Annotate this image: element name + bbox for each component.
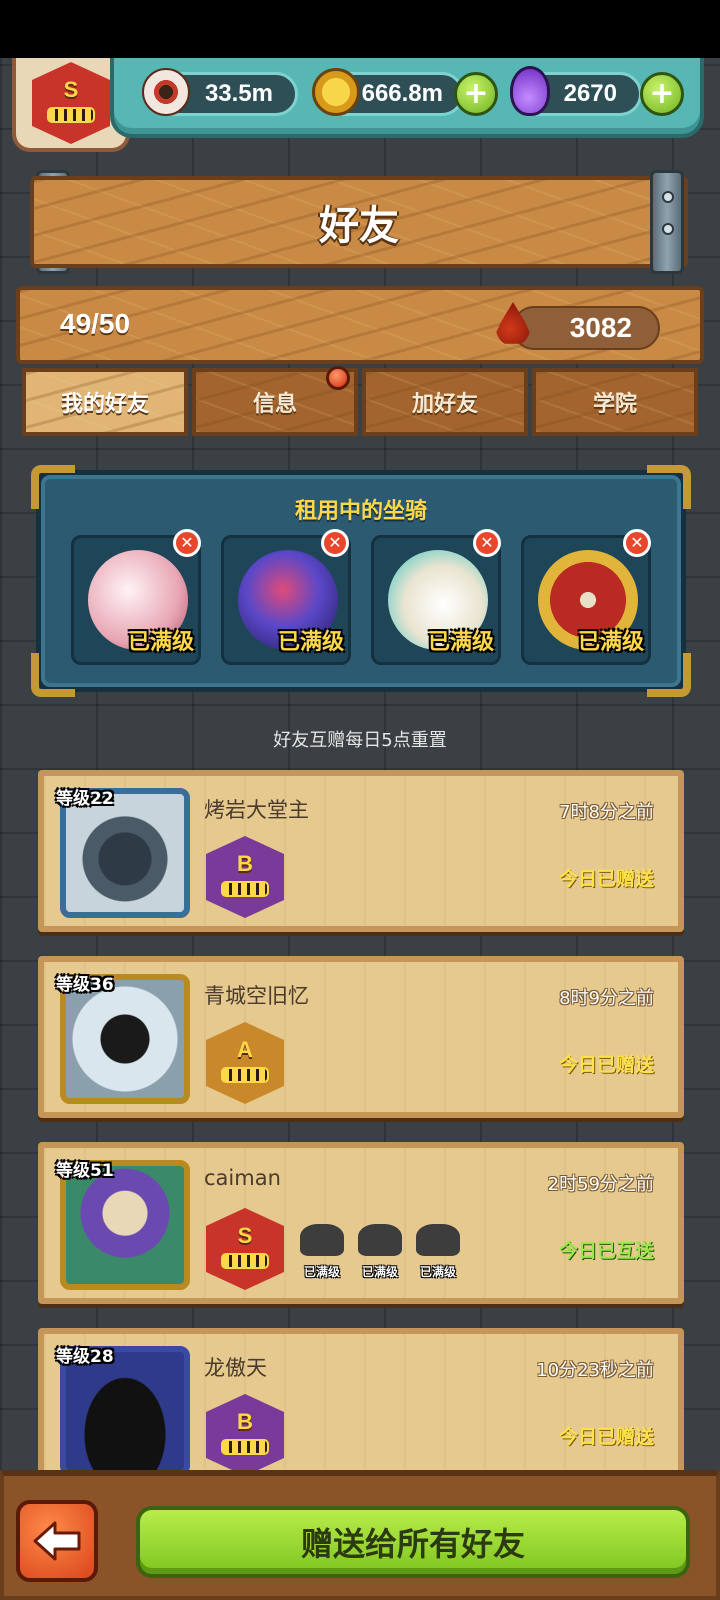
mount-level-label: 已满级	[127, 630, 194, 655]
mount-silhouette-icon	[416, 1224, 460, 1256]
friend-mount: 已满级	[294, 1220, 350, 1280]
bolt-icon	[662, 223, 674, 235]
gift-status: 今日已赠送	[558, 1054, 654, 1076]
remove-mount-button[interactable]: ✕	[623, 529, 651, 557]
friend-level: 等级36	[56, 975, 114, 995]
friend-rank-badge: S	[206, 1208, 284, 1290]
rank-letter: S	[237, 1223, 253, 1248]
gift-status: 今日已赠送	[558, 868, 654, 890]
gift-status: 今日已互送	[558, 1240, 654, 1262]
eyeball-icon	[142, 68, 190, 116]
mount-silhouette-icon	[300, 1224, 344, 1256]
send-to-all-friends-button[interactable]: 赠送给所有好友	[136, 1506, 690, 1578]
remove-mount-button[interactable]: ✕	[473, 529, 501, 557]
friend-name: 烤岩大堂主	[204, 798, 309, 822]
potion-value: 2670	[563, 80, 617, 107]
coin-value: 666.8m	[361, 80, 443, 107]
player-rank-letter: S	[63, 77, 79, 102]
mount-level-label: 已满级	[427, 630, 494, 655]
friend-card[interactable]: 等级22 烤岩大堂主 7时8分之前 B 今日已赠送	[38, 770, 684, 932]
gift-status: 今日已赠送	[558, 1426, 654, 1448]
daily-reset-note: 好友互赠每日5点重置	[273, 730, 447, 751]
resource-bar: 33.5m 666.8m + 2670 +	[110, 58, 704, 138]
rank-letter: B	[237, 1409, 253, 1434]
right-post	[650, 170, 684, 274]
friend-card[interactable]: 等级51 caiman 2时59分之前 S 已满级 已满级 已满级 今日已互送	[38, 1142, 684, 1304]
remove-mount-button[interactable]: ✕	[321, 529, 349, 557]
rank-letter: B	[237, 851, 253, 876]
friend-level: 等级22	[56, 789, 114, 809]
mount-level-label: 已满级	[277, 630, 344, 655]
bolt-icon	[662, 191, 674, 203]
rented-mounts-panel: 租用中的坐骑 已满级 ✕ 已满级 ✕ 已满级 ✕ 已满级 ✕	[31, 465, 691, 697]
panel-corner	[31, 653, 75, 697]
coin-icon	[312, 68, 360, 116]
friend-last-online: 2时59分之前	[547, 1174, 654, 1195]
mount-level-label: 已满级	[577, 630, 644, 655]
friend-name: 龙傲天	[204, 1356, 267, 1380]
badge-teeth-icon	[221, 1439, 269, 1455]
badge-teeth-icon	[221, 1253, 269, 1269]
friend-count: 49/50	[60, 308, 131, 339]
friend-name: 青城空旧忆	[204, 984, 309, 1008]
rank-letter: A	[237, 1037, 253, 1062]
tab-add-friend[interactable]: 加好友	[362, 368, 528, 436]
friend-mount: 已满级	[410, 1220, 466, 1280]
friend-level: 等级28	[56, 1347, 114, 1367]
friend-last-online: 10分23秒之前	[536, 1360, 654, 1381]
blood-points-counter: 3082	[512, 306, 660, 350]
friend-rank-badge: B	[206, 836, 284, 918]
tab-my-friends[interactable]: 我的好友	[22, 368, 188, 436]
remove-mount-button[interactable]: ✕	[173, 529, 201, 557]
tab-bar: 我的好友 信息 加好友 学院	[22, 366, 698, 440]
add-potions-button[interactable]: +	[640, 72, 684, 116]
blood-points-value: 3082	[569, 312, 632, 343]
tab-label: 加好友	[411, 392, 478, 417]
back-button[interactable]	[16, 1500, 98, 1582]
friend-rank-badge: A	[206, 1022, 284, 1104]
panel-corner	[647, 653, 691, 697]
page-title: 好友	[319, 203, 399, 249]
friend-level: 等级51	[56, 1161, 114, 1181]
potion-icon	[510, 66, 550, 116]
badge-teeth-icon	[47, 107, 95, 123]
tab-academy[interactable]: 学院	[532, 368, 698, 436]
mount-level-label: 已满级	[419, 1265, 456, 1279]
tab-messages[interactable]: 信息	[192, 366, 358, 436]
friend-card[interactable]: 等级36 青城空旧忆 8时9分之前 A 今日已赠送	[38, 956, 684, 1118]
player-rank-badge: S	[32, 62, 110, 144]
friend-name: caiman	[204, 1166, 281, 1190]
back-arrow-icon	[33, 1521, 81, 1561]
eyeball-value: 33.5m	[204, 80, 273, 107]
tab-label: 我的好友	[60, 392, 149, 417]
friend-mount: 已满级	[352, 1220, 408, 1280]
mount-level-label: 已满级	[361, 1265, 398, 1279]
friend-count-plank: 49/50 3082	[16, 286, 704, 364]
title-plank: 好友	[30, 176, 688, 268]
mount-level-label: 已满级	[303, 1265, 340, 1279]
send-to-all-label: 赠送给所有好友	[300, 1525, 525, 1563]
tab-label: 学院	[592, 392, 637, 417]
tab-label: 信息	[252, 392, 297, 417]
notification-dot-icon	[326, 366, 350, 390]
mount-silhouette-icon	[358, 1224, 402, 1256]
add-coins-button[interactable]: +	[454, 72, 498, 116]
status-bar	[0, 0, 720, 58]
friend-rank-badge: B	[206, 1394, 284, 1476]
friend-card[interactable]: 等级28 龙傲天 10分23秒之前 B 今日已赠送	[38, 1328, 684, 1490]
badge-teeth-icon	[221, 881, 269, 897]
friend-last-online: 8时9分之前	[559, 988, 654, 1009]
friend-last-online: 7时8分之前	[559, 802, 654, 823]
rented-mounts-title: 租用中的坐骑	[294, 499, 427, 524]
badge-teeth-icon	[221, 1067, 269, 1083]
